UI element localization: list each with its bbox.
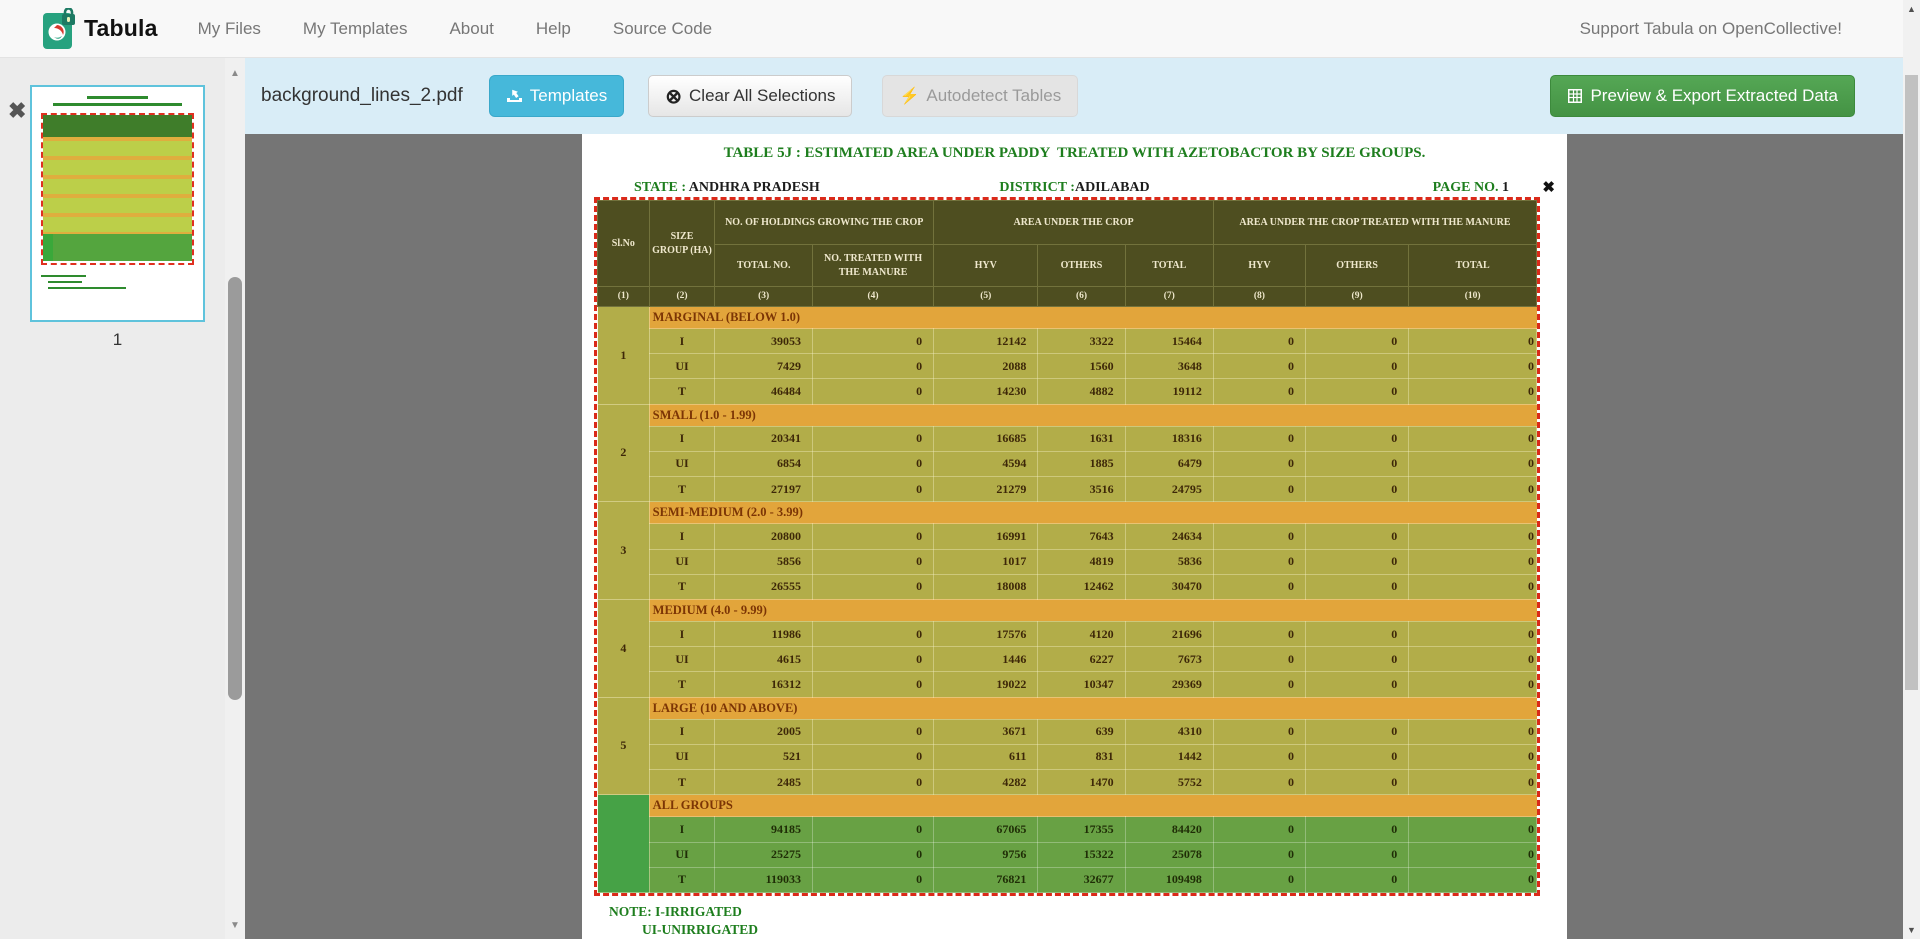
toolbar: background_lines_2.pdf Templates ⊗ Clear… <box>245 58 1903 134</box>
pdf-page[interactable]: TABLE 5J : ESTIMATED AREA UNDER PADDY TR… <box>582 134 1567 939</box>
support-link[interactable]: Support Tabula on OpenCollective! <box>1580 19 1842 39</box>
workspace: TABLE 5J : ESTIMATED AREA UNDER PADDY TR… <box>245 134 1903 939</box>
state-value: ANDHRA PRADESH <box>689 180 820 195</box>
spreadsheet-icon <box>1567 88 1583 104</box>
thumb-table-header <box>43 115 192 137</box>
page-number-label: 1 <box>30 330 205 350</box>
clear-all-selections-label: Clear All Selections <box>689 86 835 106</box>
doc-state: STATE : ANDHRA PRADESH <box>634 180 820 196</box>
tabula-app: Tabula My Files My Templates About Help … <box>0 0 1920 939</box>
nav-menu: My Files My Templates About Help Source … <box>196 13 752 45</box>
page-no-label: PAGE NO. <box>1433 180 1502 195</box>
brand[interactable]: Tabula <box>42 8 158 50</box>
doc-district: DISTRICT :ADILABAD <box>999 180 1149 196</box>
thumb-title-line <box>53 103 183 106</box>
lightning-icon: ⚡ <box>899 86 919 106</box>
page-scrollbar[interactable]: ▲ ▼ <box>1903 0 1920 939</box>
scroll-up-icon[interactable]: ▲ <box>225 68 245 79</box>
page-scrollbar-thumb[interactable] <box>1905 75 1918 690</box>
nav-item-my-templates[interactable]: My Templates <box>301 13 410 45</box>
thumb-note-line <box>41 275 86 277</box>
nav-item-about[interactable]: About <box>447 13 495 45</box>
brand-title: Tabula <box>84 15 158 42</box>
remove-selection-button[interactable]: ✖ <box>1542 178 1555 196</box>
autodetect-tables-label: Autodetect Tables <box>926 86 1061 106</box>
pdf-filename: background_lines_2.pdf <box>261 85 463 107</box>
preview-export-label: Preview & Export Extracted Data <box>1590 86 1838 106</box>
page-no-value: 1 <box>1502 180 1509 195</box>
doc-title: TABLE 5J : ESTIMATED AREA UNDER PADDY TR… <box>582 145 1567 162</box>
scroll-down-icon[interactable]: ▼ <box>1903 925 1920 935</box>
nav-item-source-code[interactable]: Source Code <box>611 13 714 45</box>
page-thumbnail[interactable] <box>30 85 205 322</box>
preview-export-button[interactable]: Preview & Export Extracted Data <box>1550 75 1855 117</box>
upload-icon <box>506 88 523 104</box>
navbar: Tabula My Files My Templates About Help … <box>0 0 1920 58</box>
sidebar-scrollbar[interactable]: ▲ ▼ <box>225 58 245 939</box>
district-value: ADILABAD <box>1075 180 1150 195</box>
thumb-title-line <box>87 96 149 99</box>
nav-item-help[interactable]: Help <box>534 13 573 45</box>
table-selection-box[interactable] <box>594 197 1540 896</box>
thumb-table-body <box>43 137 192 234</box>
page-sidebar: ✖ 1 ▲ ▼ <box>0 58 245 939</box>
thumbnail-mini-table <box>41 113 194 265</box>
sidebar-scrollbar-thumb[interactable] <box>228 277 242 700</box>
remove-page-button[interactable]: ✖ <box>8 98 26 124</box>
clear-all-selections-button[interactable]: ⊗ Clear All Selections <box>648 75 852 117</box>
scroll-down-icon[interactable]: ▼ <box>225 920 245 931</box>
thumb-note-line <box>48 281 82 283</box>
templates-button[interactable]: Templates <box>489 75 624 117</box>
doc-note-line2: UI-UNIRRIGATED <box>642 922 758 938</box>
circle-x-icon: ⊗ <box>665 84 682 109</box>
templates-label: Templates <box>530 86 607 106</box>
thumb-table-footer <box>43 234 192 261</box>
doc-note-line1: NOTE: I-IRRIGATED <box>609 904 742 920</box>
autodetect-tables-button[interactable]: ⚡ Autodetect Tables <box>882 75 1078 117</box>
state-label: STATE : <box>634 180 689 195</box>
thumb-note-line <box>48 287 126 289</box>
doc-page-no: PAGE NO. 1 <box>1433 180 1509 196</box>
tabula-logo-icon <box>42 8 76 50</box>
scroll-up-icon[interactable]: ▲ <box>1903 4 1920 14</box>
nav-item-my-files[interactable]: My Files <box>196 13 263 45</box>
district-label: DISTRICT : <box>999 180 1075 195</box>
